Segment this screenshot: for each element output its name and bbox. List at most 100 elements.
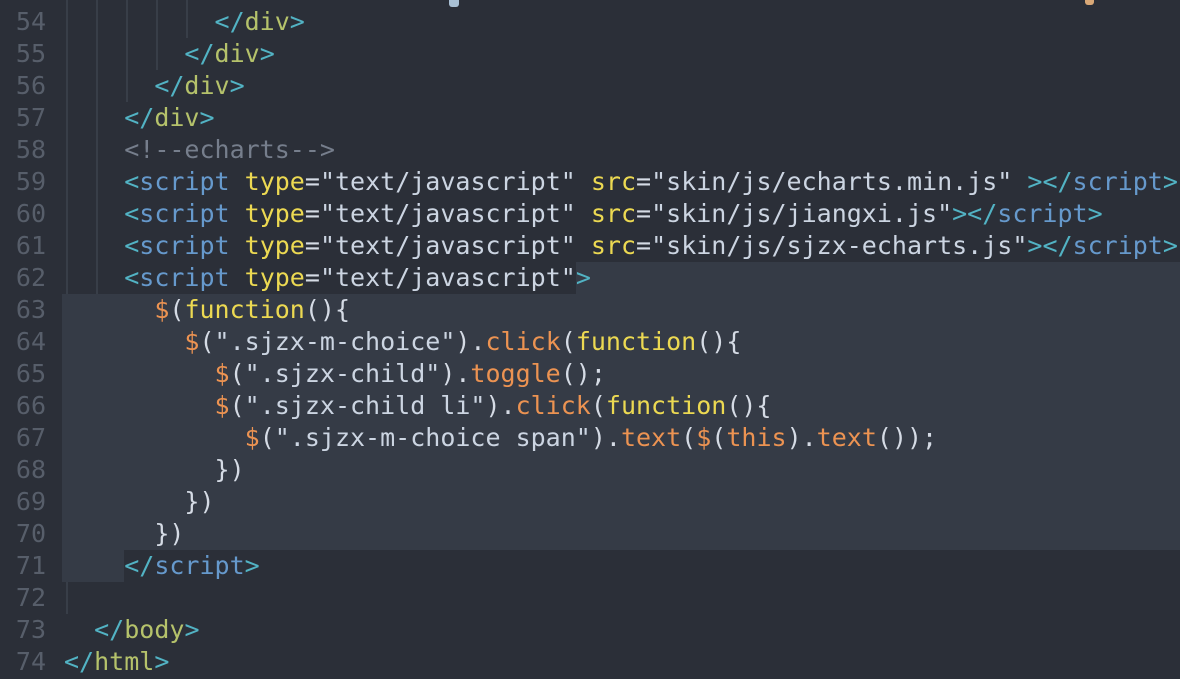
code-token: </ <box>124 551 154 580</box>
code-token <box>230 167 245 196</box>
code-token: ></ <box>952 199 997 228</box>
code-token: ".sjzx-child" <box>245 359 441 388</box>
code-token: ( <box>169 295 184 324</box>
code-line[interactable]: </div> <box>64 70 245 102</box>
line-number: 74 <box>0 646 46 678</box>
code-token: (); <box>561 359 606 388</box>
code-token: = <box>305 199 320 228</box>
code-token: this <box>726 423 786 452</box>
code-token <box>1012 167 1027 196</box>
code-token: > <box>260 39 275 68</box>
line-number: 70 <box>0 518 46 550</box>
code-token: = <box>305 263 320 292</box>
code-token: > <box>154 647 169 676</box>
code-editor-window: 5455565758596061626364656667686970717273… <box>0 0 1180 679</box>
code-line[interactable]: <script type="text/javascript"> <box>64 262 591 294</box>
code-token: > <box>230 71 245 100</box>
line-number: 68 <box>0 454 46 486</box>
code-token: = <box>305 167 320 196</box>
code-token: ".sjzx-m-choice span" <box>275 423 591 452</box>
code-token: </ <box>215 7 245 36</box>
code-line[interactable]: }) <box>64 518 184 550</box>
code-token: type <box>245 167 305 196</box>
code-line[interactable]: $(".sjzx-m-choice").click(function(){ <box>64 326 741 358</box>
clipped-glyph-fragment <box>449 0 459 7</box>
code-line[interactable]: $(".sjzx-child li").click(function(){ <box>64 390 771 422</box>
line-number: 71 <box>0 550 46 582</box>
code-line[interactable]: <script type="text/javascript" src="skin… <box>64 166 1178 198</box>
code-token: ). <box>485 391 515 420</box>
code-line[interactable]: }) <box>64 486 215 518</box>
code-line[interactable]: </html> <box>64 646 169 678</box>
code-token: > <box>1088 199 1103 228</box>
code-token: </ <box>124 103 154 132</box>
code-token: script <box>139 167 229 196</box>
code-token: ). <box>591 423 621 452</box>
code-token: click <box>485 327 560 356</box>
code-line[interactable]: $(".sjzx-child").toggle(); <box>64 358 606 390</box>
code-token: $ <box>154 295 169 324</box>
code-token: src <box>591 199 636 228</box>
code-token <box>230 231 245 260</box>
line-number: 61 <box>0 230 46 262</box>
code-line[interactable]: </div> <box>64 102 215 134</box>
code-token: ). <box>787 423 817 452</box>
code-token: }) <box>184 487 214 516</box>
code-token <box>576 167 591 196</box>
code-token: script <box>139 231 229 260</box>
line-number: 65 <box>0 358 46 390</box>
code-token: function <box>606 391 726 420</box>
code-token: $ <box>245 423 260 452</box>
clipped-glyph-fragment <box>1085 0 1094 5</box>
code-line[interactable]: $(function(){ <box>64 294 350 326</box>
code-token: ( <box>591 391 606 420</box>
code-line[interactable]: }) <box>64 454 245 486</box>
code-token: ( <box>199 327 214 356</box>
code-token: script <box>139 263 229 292</box>
code-token: = <box>636 199 651 228</box>
line-number: 56 <box>0 70 46 102</box>
code-line[interactable]: </body> <box>64 614 200 646</box>
code-token: div <box>184 71 229 100</box>
code-token: = <box>305 231 320 260</box>
code-token: script <box>1073 231 1163 260</box>
line-number: 55 <box>0 38 46 70</box>
code-line[interactable]: </div> <box>64 6 305 38</box>
code-token: script <box>154 551 244 580</box>
code-token: text <box>817 423 877 452</box>
code-token: > <box>199 103 214 132</box>
line-number: 60 <box>0 198 46 230</box>
code-token <box>230 199 245 228</box>
code-token <box>576 199 591 228</box>
code-line[interactable]: </script> <box>64 550 260 582</box>
code-line[interactable]: <script type="text/javascript" src="skin… <box>64 198 1103 230</box>
line-number: 63 <box>0 294 46 326</box>
line-number: 73 <box>0 614 46 646</box>
code-token: = <box>636 231 651 260</box>
code-token: toggle <box>470 359 560 388</box>
code-token: $ <box>215 391 230 420</box>
code-line[interactable]: </div> <box>64 38 275 70</box>
code-token: "skin/js/echarts.min.js" <box>651 167 1012 196</box>
code-token: = <box>636 167 651 196</box>
code-token: ( <box>230 359 245 388</box>
code-token: ( <box>681 423 696 452</box>
code-token: ). <box>455 327 485 356</box>
line-number: 57 <box>0 102 46 134</box>
code-line[interactable]: <script type="text/javascript" src="skin… <box>64 230 1178 262</box>
code-token: > <box>290 7 305 36</box>
code-token: ></ <box>1027 231 1072 260</box>
code-token: script <box>139 199 229 228</box>
code-token: type <box>245 263 305 292</box>
code-token: "skin/js/sjzx-echarts.js" <box>651 231 1027 260</box>
code-token: > <box>1163 167 1178 196</box>
code-line[interactable]: $(".sjzx-m-choice span").text($(this).te… <box>64 422 937 454</box>
code-token: </ <box>154 71 184 100</box>
code-token: ()); <box>877 423 937 452</box>
code-token: div <box>245 7 290 36</box>
code-token: script <box>1073 167 1163 196</box>
code-line[interactable]: <!--echarts--> <box>64 134 335 166</box>
code-token: > <box>576 263 591 292</box>
code-token: < <box>124 199 139 228</box>
code-token: < <box>124 231 139 260</box>
